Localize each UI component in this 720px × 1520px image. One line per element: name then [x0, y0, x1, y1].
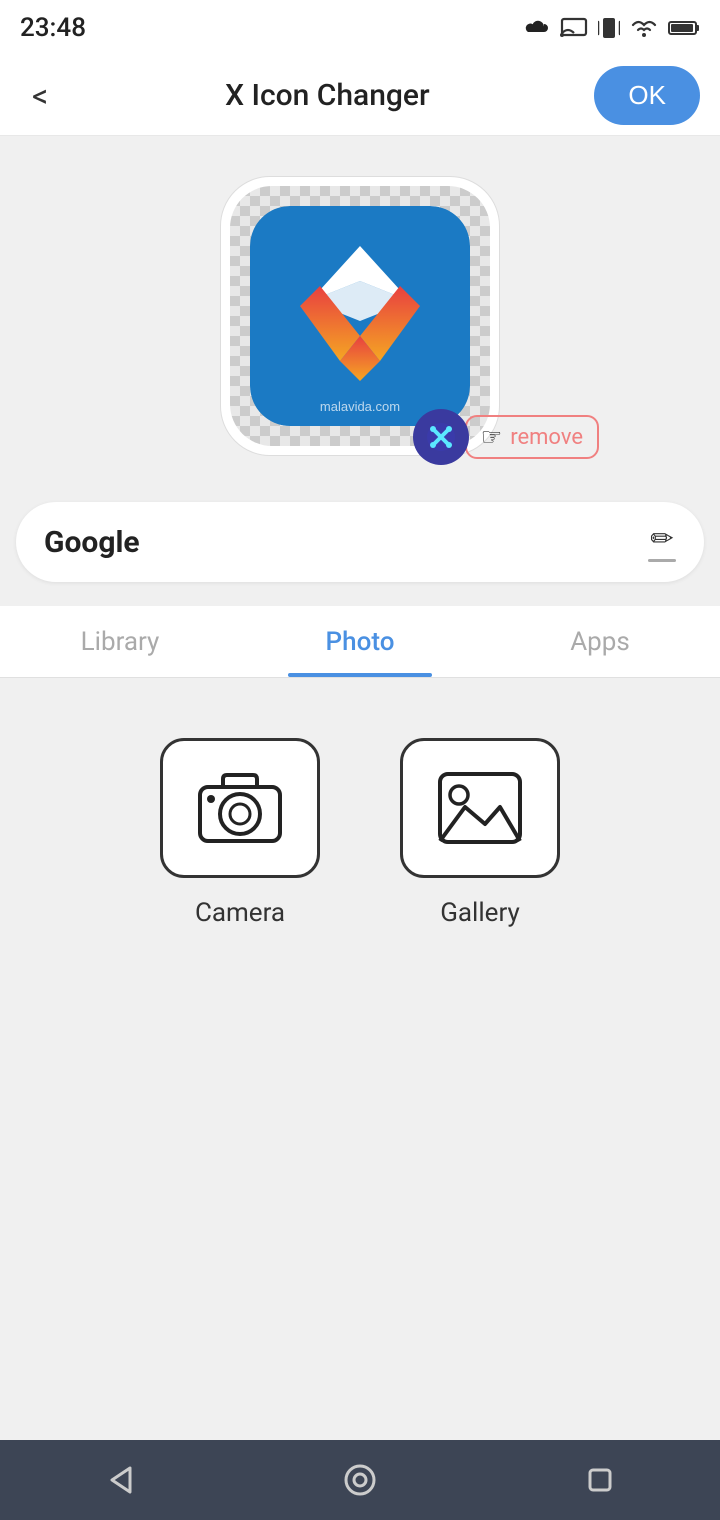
- svg-text:malavida.com: malavida.com: [320, 399, 400, 414]
- gallery-icon-box: [400, 738, 560, 878]
- photo-content-area: Camera Gallery: [0, 678, 720, 1078]
- app-name-text: Google: [44, 525, 140, 560]
- status-time: 23:48: [20, 13, 86, 43]
- tab-library[interactable]: Library: [0, 606, 240, 677]
- remove-x-button[interactable]: [413, 409, 469, 465]
- cast-icon: [560, 17, 588, 39]
- remove-label: remove: [510, 425, 583, 450]
- top-nav-bar: < X Icon Changer OK: [0, 56, 720, 136]
- tab-photo-underline: [288, 673, 432, 677]
- home-nav-icon: [342, 1462, 378, 1498]
- gallery-label: Gallery: [440, 898, 520, 928]
- tab-apps-label: Apps: [570, 627, 630, 657]
- icon-frame: malavida.com: [220, 176, 500, 456]
- page-title: X Icon Changer: [60, 78, 594, 113]
- camera-option[interactable]: Camera: [160, 738, 320, 928]
- tab-apps[interactable]: Apps: [480, 606, 720, 677]
- app-icon: malavida.com: [250, 206, 470, 426]
- vibrate-icon: [598, 15, 620, 41]
- wifi-icon: [630, 17, 658, 39]
- home-nav-button[interactable]: [330, 1450, 390, 1510]
- bottom-nav-bar: [0, 1440, 720, 1520]
- gallery-icon: [435, 769, 525, 847]
- status-icons: [522, 15, 700, 41]
- tab-bar: Library Photo Apps: [0, 606, 720, 678]
- tab-library-label: Library: [81, 627, 160, 657]
- battery-icon: [668, 19, 700, 37]
- back-nav-button[interactable]: [90, 1450, 150, 1510]
- gallery-option[interactable]: Gallery: [400, 738, 560, 928]
- recent-nav-button[interactable]: [570, 1450, 630, 1510]
- edit-underline: [648, 559, 676, 562]
- tab-photo[interactable]: Photo: [240, 606, 480, 677]
- status-bar: 23:48: [0, 0, 720, 56]
- ok-button[interactable]: OK: [594, 66, 700, 125]
- hand-icon: ☞: [481, 423, 503, 451]
- remove-tag[interactable]: ☞ remove: [465, 415, 599, 459]
- name-field: Google ✏: [16, 502, 704, 582]
- recent-nav-icon: [582, 1462, 618, 1498]
- main-content: malavida.com: [0, 136, 720, 1158]
- back-button[interactable]: <: [20, 72, 60, 120]
- camera-label: Camera: [195, 898, 285, 928]
- tab-photo-label: Photo: [326, 627, 395, 657]
- cloud-icon: [522, 18, 550, 38]
- icon-frame-inner: malavida.com: [230, 186, 490, 446]
- remove-overlay: ☞ remove: [413, 409, 599, 465]
- icon-preview-area: malavida.com: [0, 136, 720, 486]
- camera-icon: [195, 769, 285, 847]
- camera-icon-box: [160, 738, 320, 878]
- edit-name-button[interactable]: ✏: [648, 522, 676, 562]
- pencil-icon: ✏: [650, 522, 673, 555]
- back-nav-icon: [102, 1462, 138, 1498]
